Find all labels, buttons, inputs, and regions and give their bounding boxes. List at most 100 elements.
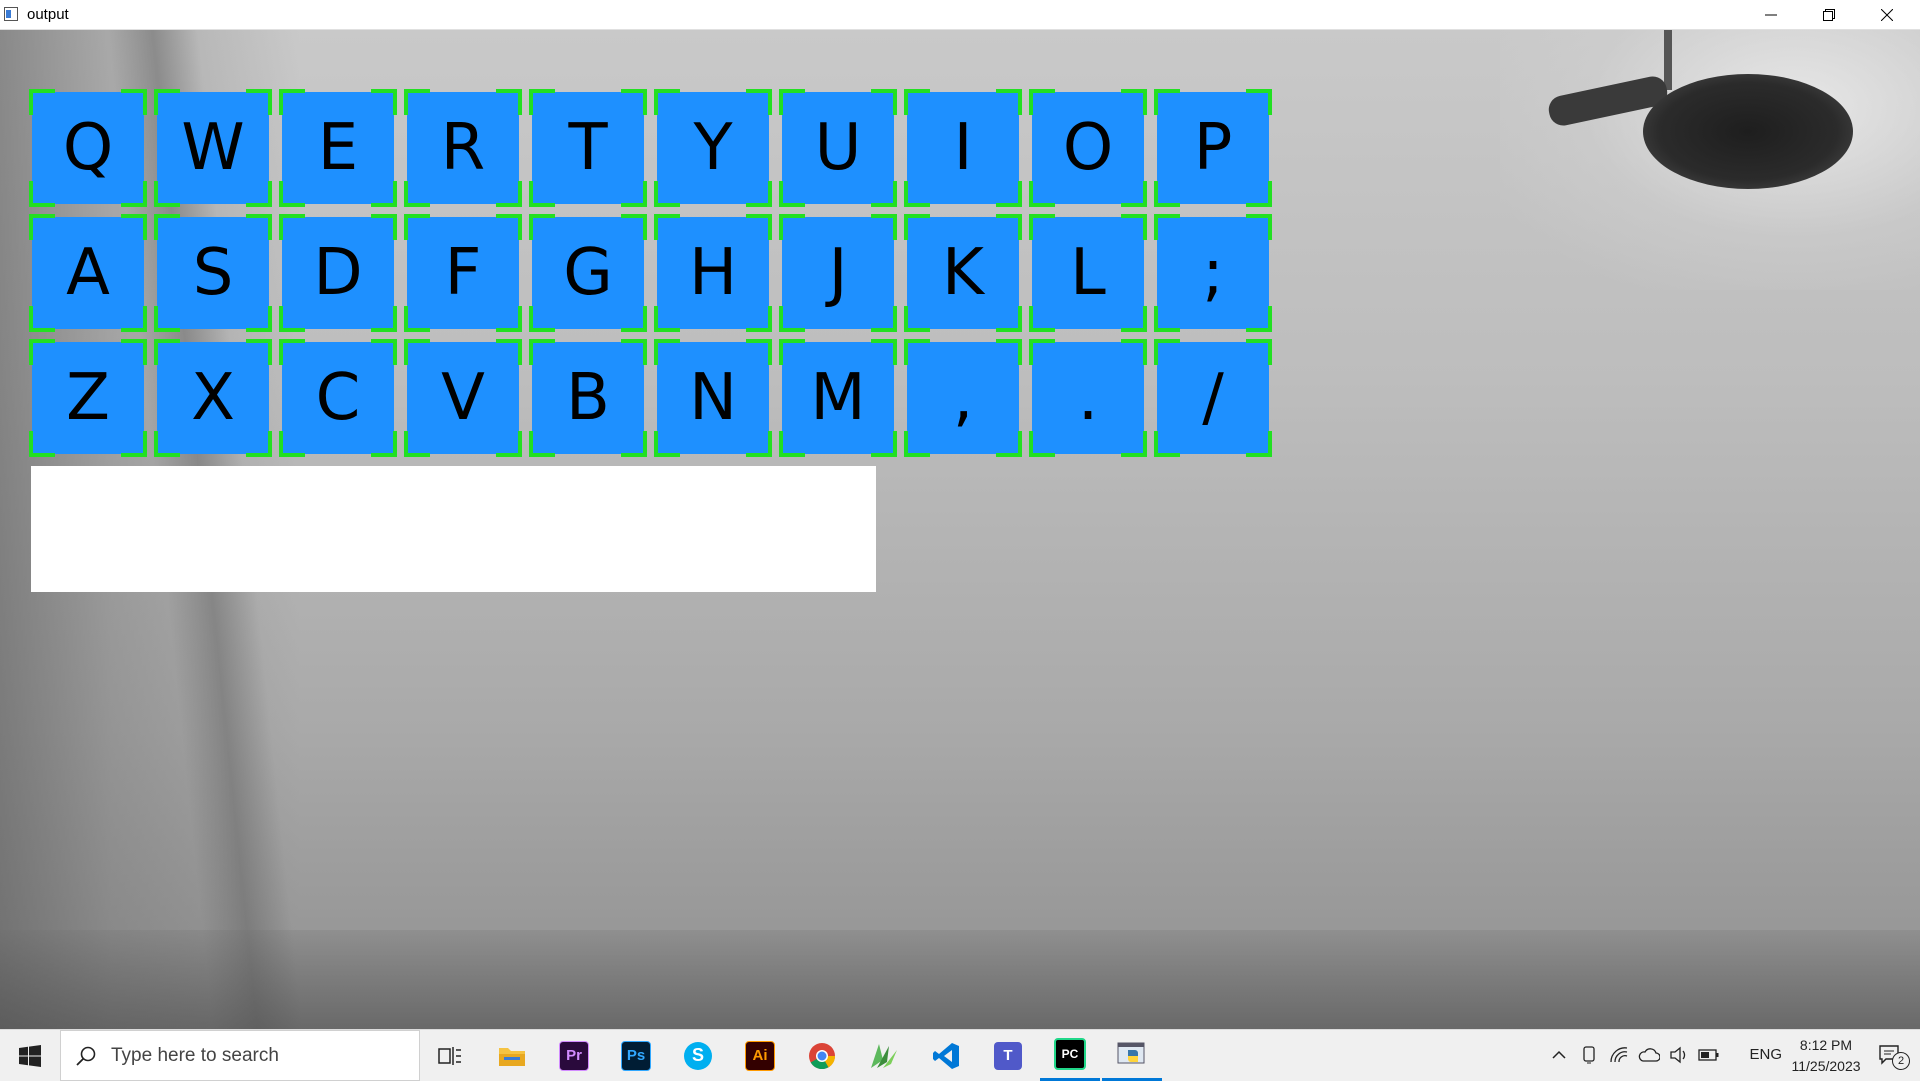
key-label: B: [566, 361, 610, 435]
minimize-button[interactable]: [1742, 0, 1800, 29]
key-corner: [279, 431, 305, 457]
key-label: I: [953, 111, 973, 185]
file-explorer-button[interactable]: [482, 1030, 542, 1081]
key-b[interactable]: B: [529, 339, 647, 457]
key-corner: [246, 214, 272, 240]
key-corner: [1029, 431, 1055, 457]
action-center-button[interactable]: 2: [1878, 1043, 1912, 1070]
key-h[interactable]: H: [654, 214, 772, 332]
start-button[interactable]: [0, 1030, 60, 1081]
vscode-icon: [933, 1042, 959, 1069]
key-x[interactable]: X: [154, 339, 272, 457]
key-y[interactable]: Y: [654, 89, 772, 207]
network-button[interactable]: [1608, 1044, 1630, 1066]
taskbar-clock[interactable]: 8:12 PM 11/25/2023: [1782, 1035, 1870, 1077]
key-corner: [121, 214, 147, 240]
key-c[interactable]: C: [279, 339, 397, 457]
key-l[interactable]: L: [1029, 214, 1147, 332]
key-n[interactable]: N: [654, 339, 772, 457]
key-corner: [1154, 306, 1180, 332]
key-corner: [904, 431, 930, 457]
key-w[interactable]: W: [154, 89, 272, 207]
key-corner: [621, 214, 647, 240]
python-window-button[interactable]: [1102, 1030, 1162, 1081]
key-corner: [779, 431, 805, 457]
taskbar-search-box[interactable]: Type here to search: [60, 1030, 420, 1081]
key-label: E: [317, 111, 359, 185]
premiere-pro-button[interactable]: Pr: [544, 1030, 604, 1081]
leaf-app-icon: [871, 1043, 897, 1068]
onedrive-button[interactable]: [1638, 1044, 1660, 1066]
clock-time: 8:12 PM: [1799, 1037, 1853, 1053]
key-t[interactable]: T: [529, 89, 647, 207]
key-f[interactable]: F: [404, 214, 522, 332]
key-label: C: [315, 361, 361, 435]
key-j[interactable]: J: [779, 214, 897, 332]
search-icon: [76, 1046, 96, 1066]
key-corner: [1246, 214, 1272, 240]
skype-button[interactable]: S: [668, 1030, 728, 1081]
key-z[interactable]: Z: [29, 339, 147, 457]
key-k[interactable]: K: [904, 214, 1022, 332]
key-corner: [621, 339, 647, 365]
key-s[interactable]: S: [154, 214, 272, 332]
key-corner: [279, 306, 305, 332]
battery-button[interactable]: [1698, 1044, 1720, 1066]
key-q[interactable]: Q: [29, 89, 147, 207]
key-a[interactable]: A: [29, 214, 147, 332]
key-corner: [279, 181, 305, 207]
pycharm-button[interactable]: PC: [1040, 1030, 1100, 1081]
key-o[interactable]: O: [1029, 89, 1147, 207]
key-label: T: [568, 111, 608, 185]
key-g[interactable]: G: [529, 214, 647, 332]
key-corner: [1246, 339, 1272, 365]
minimize-icon: [1765, 14, 1777, 15]
key-label: F: [444, 236, 482, 310]
key-m[interactable]: M: [779, 339, 897, 457]
key-i[interactable]: I: [904, 89, 1022, 207]
key-corner: [371, 214, 397, 240]
key-corner: [154, 181, 180, 207]
show-hidden-icons-button[interactable]: [1548, 1044, 1570, 1066]
key-corner: [246, 89, 272, 115]
key-corner: [29, 181, 55, 207]
photoshop-button[interactable]: Ps: [606, 1030, 666, 1081]
key-semicolon[interactable]: ;: [1154, 214, 1272, 332]
key-corner: [1121, 339, 1147, 365]
key-slash[interactable]: /: [1154, 339, 1272, 457]
window-title: output: [27, 6, 69, 23]
key-corner: [621, 89, 647, 115]
chrome-icon: [809, 1042, 836, 1069]
input-language-indicator[interactable]: ENG: [1749, 1046, 1782, 1063]
key-corner: [1246, 89, 1272, 115]
chrome-button[interactable]: [792, 1030, 852, 1081]
speaker-icon: [1670, 1046, 1686, 1064]
key-label: S: [192, 236, 234, 310]
key-period[interactable]: .: [1029, 339, 1147, 457]
key-corner: [654, 306, 680, 332]
key-r[interactable]: R: [404, 89, 522, 207]
close-button[interactable]: [1858, 0, 1916, 29]
key-corner: [1121, 89, 1147, 115]
task-view-button[interactable]: [420, 1030, 480, 1081]
tray-device-button[interactable]: [1578, 1044, 1600, 1066]
key-corner: [746, 89, 772, 115]
key-corner: [1154, 181, 1180, 207]
key-comma[interactable]: ,: [904, 339, 1022, 457]
teams-button[interactable]: T: [978, 1030, 1038, 1081]
clock-date: 11/25/2023: [1791, 1058, 1861, 1074]
vscode-button[interactable]: [916, 1030, 976, 1081]
restore-button[interactable]: [1800, 0, 1858, 29]
key-corner: [529, 306, 555, 332]
key-e[interactable]: E: [279, 89, 397, 207]
illustrator-button[interactable]: Ai: [730, 1030, 790, 1081]
key-corner: [746, 339, 772, 365]
key-p[interactable]: P: [1154, 89, 1272, 207]
volume-button[interactable]: [1668, 1044, 1690, 1066]
key-corner: [371, 89, 397, 115]
key-d[interactable]: D: [279, 214, 397, 332]
key-u[interactable]: U: [779, 89, 897, 207]
sheets-app-button[interactable]: [854, 1030, 914, 1081]
key-corner: [121, 89, 147, 115]
key-v[interactable]: V: [404, 339, 522, 457]
